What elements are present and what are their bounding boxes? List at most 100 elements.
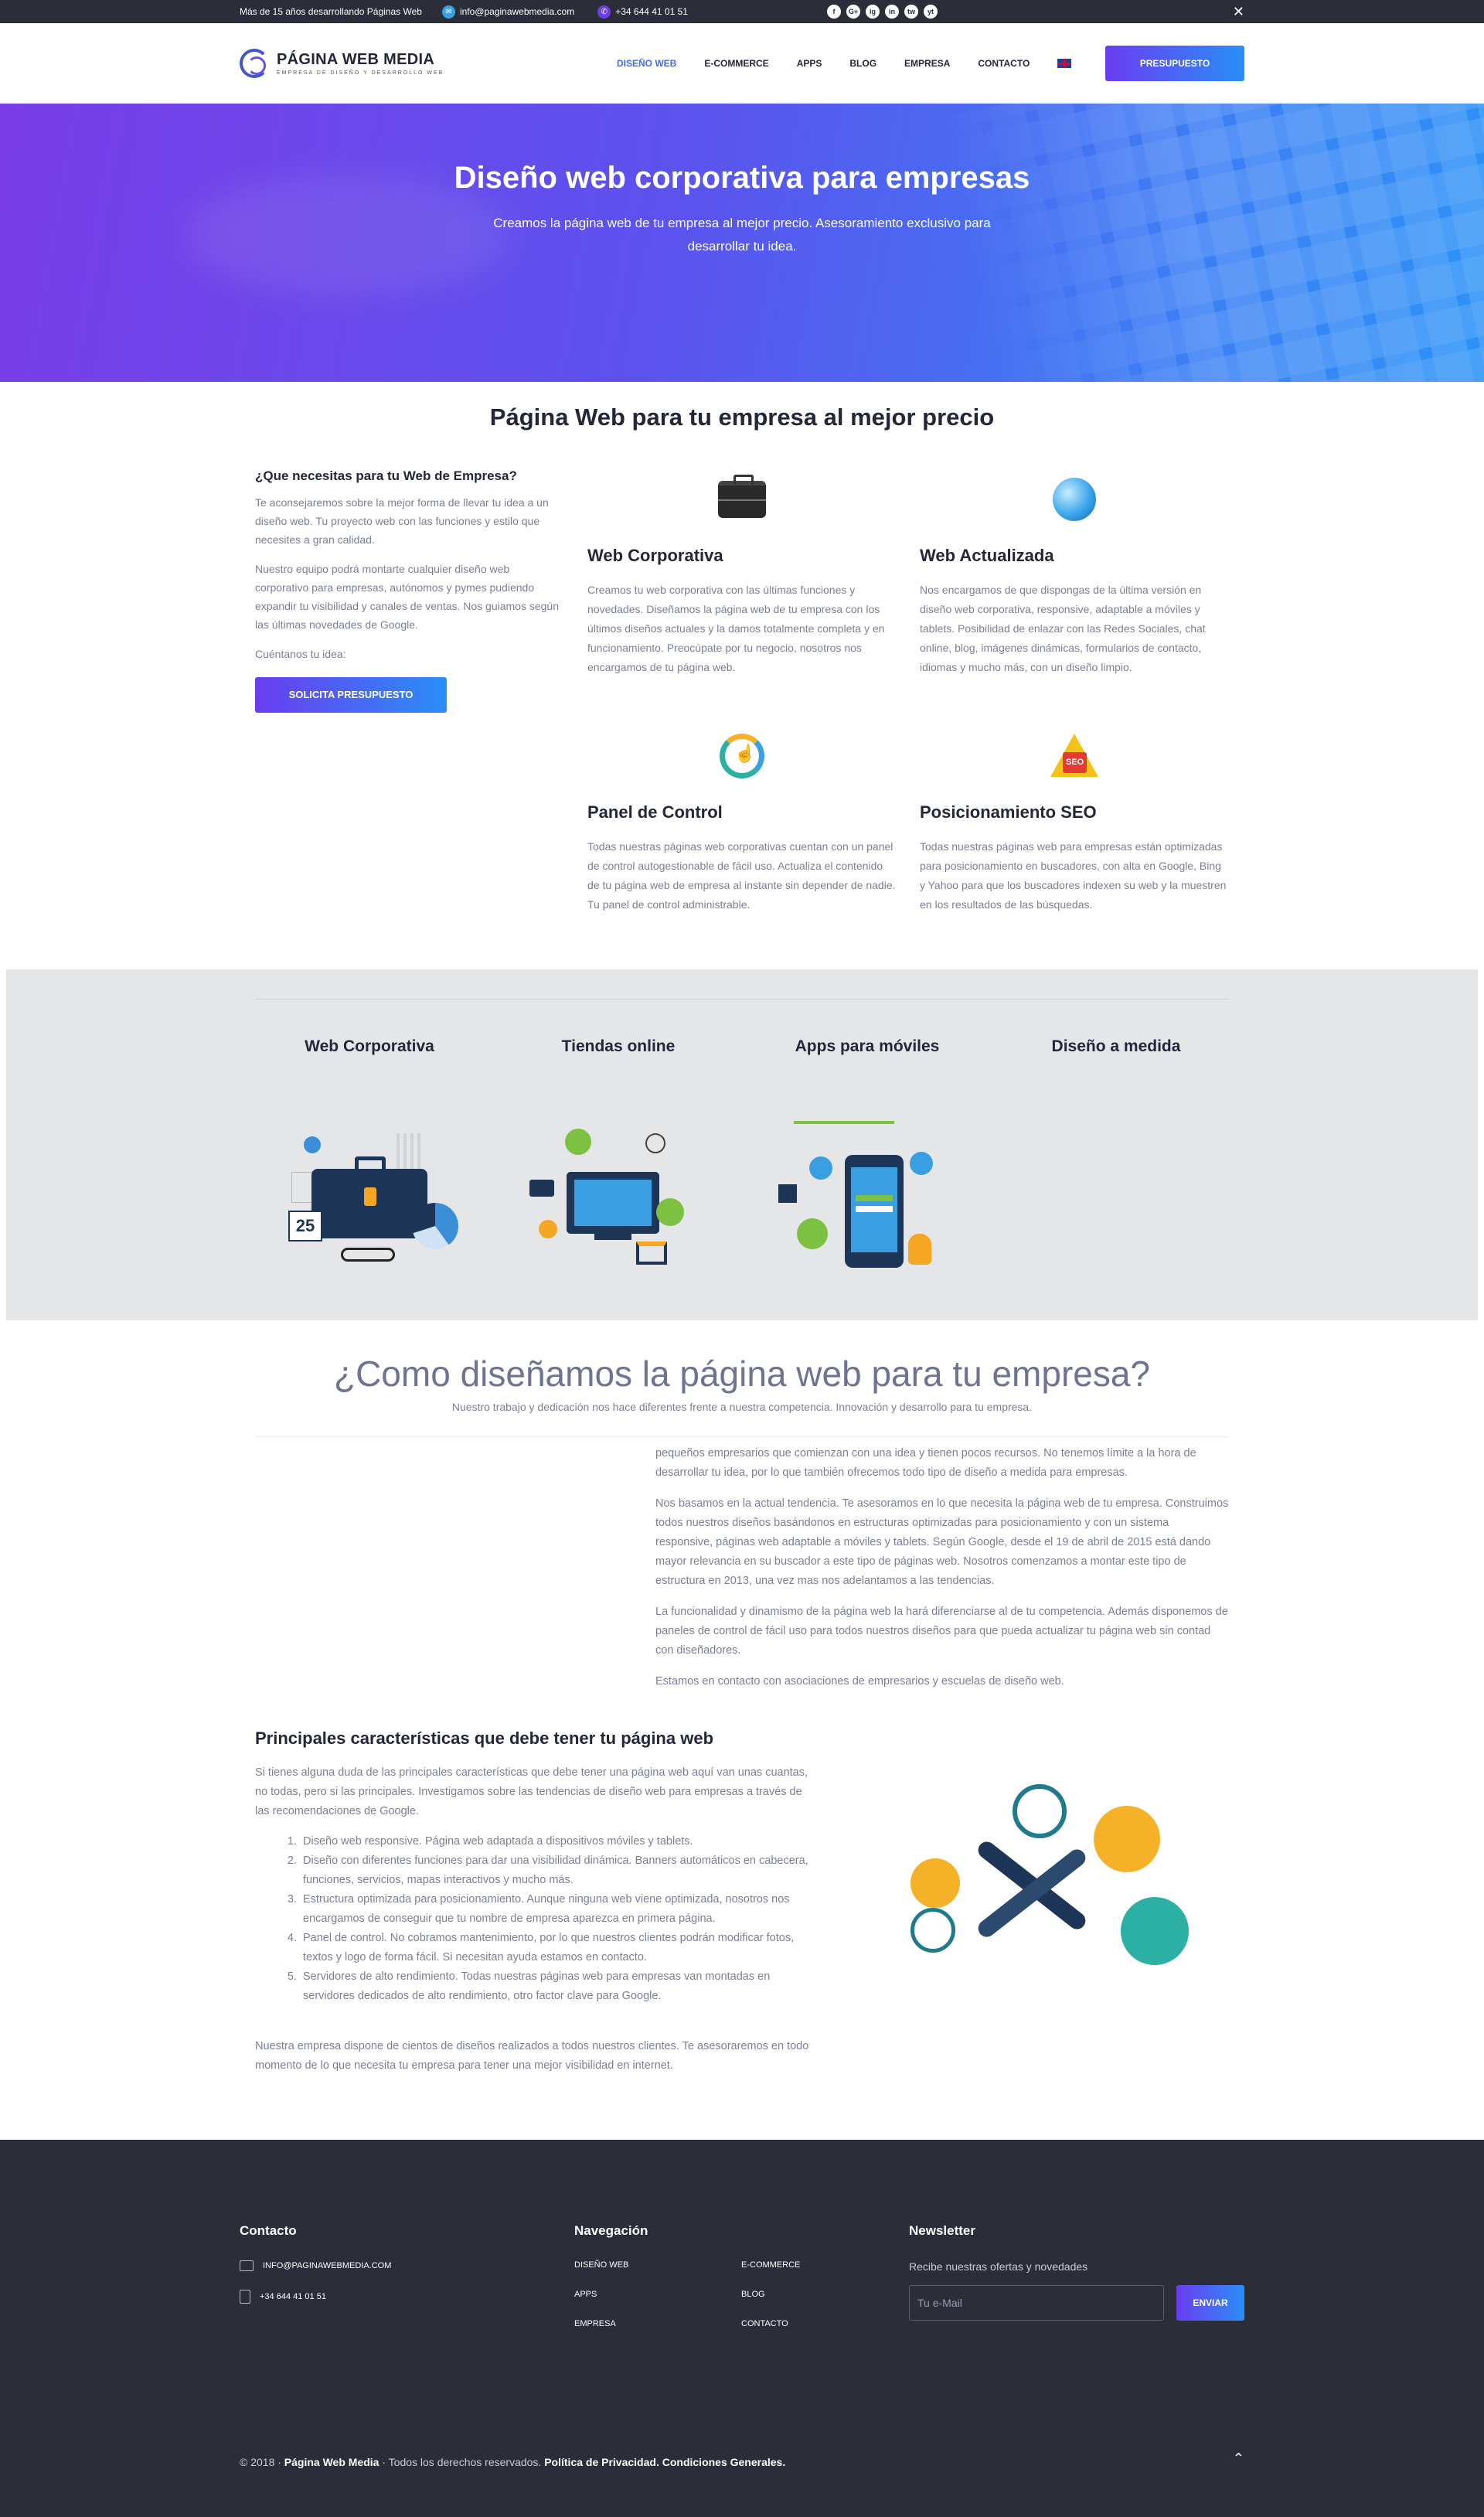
- footer-nav-contacto[interactable]: CONTACTO: [741, 2319, 908, 2328]
- globe-icon: [1013, 1784, 1067, 1838]
- footer-newsletter: Newsletter Recibe nuestras ofertas y nov…: [909, 2223, 1244, 2321]
- mail-icon: ✉: [441, 5, 455, 19]
- how-paragraph: Estamos en contacto con asociaciones de …: [655, 1675, 1064, 1688]
- characteristics-heading: Principales características que debe ten…: [255, 1729, 714, 1748]
- characteristics-list: Diseño web responsive. Página web adapta…: [300, 1832, 819, 2006]
- online-store-illustration: [529, 1118, 707, 1272]
- footer-email-link[interactable]: INFO@PAGINAWEBMEDIA.COM: [240, 2260, 391, 2271]
- footer-nav-apps[interactable]: APPS: [574, 2290, 741, 2299]
- logo-text: PÁGINA WEB MEDIA EMPRESA DE DISEÑO Y DES…: [277, 51, 444, 76]
- nav-diseno-web[interactable]: DISEÑO WEB: [603, 58, 690, 69]
- tagline: Más de 15 años desarrollando Páginas Web: [240, 6, 422, 17]
- newsletter-email-input[interactable]: [909, 2285, 1164, 2321]
- feature-title: Posicionamiento SEO: [920, 802, 1097, 822]
- tools-illustration: [897, 1784, 1206, 1993]
- hero-subtitle: Creamos la página web de tu empresa al m…: [493, 216, 991, 254]
- feature-text: Todas nuestras páginas web corporativas …: [587, 840, 896, 911]
- left-paragraph: Cuéntanos tu idea:: [255, 648, 346, 660]
- characteristics-outro: Nuestra empresa dispone de cientos de di…: [255, 2040, 809, 2072]
- footer-phone: +34 644 41 01 51: [260, 2292, 326, 2301]
- divider: [255, 1436, 1229, 1437]
- linkedin-icon[interactable]: in: [885, 5, 899, 19]
- hero-title: Diseño web corporativa para empresas: [454, 161, 1030, 195]
- category-diseno-a-medida[interactable]: Diseño a medida: [1000, 1037, 1232, 1056]
- topbar-phone-link[interactable]: ✆ +34 644 41 01 51: [597, 5, 688, 19]
- copyright: © 2018 · Página Web Media · Todos los de…: [240, 2456, 785, 2468]
- twitter-icon[interactable]: tw: [904, 5, 918, 19]
- logo[interactable]: PÁGINA WEB MEDIA EMPRESA DE DISEÑO Y DES…: [240, 49, 444, 78]
- list-item: Panel de control. No cobramos mantenimie…: [300, 1929, 819, 1967]
- seo-triangle-icon: [1050, 734, 1098, 778]
- category-web-corporativa[interactable]: Web Corporativa 25: [254, 1037, 485, 1272]
- terms-link[interactable]: Condiciones Generales.: [662, 2456, 786, 2468]
- feature-web-corporativa: Web Corporativa Creamos tu web corporati…: [587, 468, 897, 677]
- footer-contact-title: Contacto: [240, 2223, 297, 2238]
- nav-blog[interactable]: BLOG: [836, 58, 890, 69]
- feature-panel-de-control: Panel de Control Todas nuestras páginas …: [587, 725, 897, 914]
- nav-contacto[interactable]: CONTACTO: [964, 58, 1043, 69]
- cart-icon: [910, 1858, 960, 1908]
- footer-nav-ecommerce[interactable]: E-COMMERCE: [741, 2260, 908, 2270]
- solicita-presupuesto-button[interactable]: SOLICITA PRESUPUESTO: [255, 677, 447, 713]
- how-paragraph: La funcionalidad y dinamismo de la págin…: [655, 1606, 1228, 1657]
- how-lead: Nuestro trabajo y dedicación nos hace di…: [451, 1401, 1033, 1413]
- topbar-email: info@paginawebmedia.com: [459, 6, 575, 17]
- footer-navigation: Navegación DISEÑO WEB E-COMMERCE APPS BL…: [574, 2223, 908, 2328]
- footer-nav-empresa[interactable]: EMPRESA: [574, 2319, 741, 2328]
- footer-email: INFO@PAGINAWEBMEDIA.COM: [263, 2261, 392, 2270]
- list-item: Servidores de alto rendimiento. Todas nu…: [300, 1967, 819, 2006]
- left-paragraph: Te aconsejaremos sobre la mejor forma de…: [255, 496, 549, 546]
- footer: Contacto INFO@PAGINAWEBMEDIA.COM +34 644…: [0, 2140, 1484, 2517]
- footer-nav-blog[interactable]: BLOG: [741, 2290, 908, 2299]
- instagram-icon[interactable]: ig: [866, 5, 880, 19]
- characteristics-intro: Si tienes alguna duda de las principales…: [255, 1766, 808, 1817]
- characteristics: Principales características que debe ten…: [255, 1729, 819, 2076]
- footer-nav-title: Navegación: [574, 2223, 648, 2238]
- intro-section: Página Web para tu empresa al mejor prec…: [255, 382, 1229, 969]
- copyright-rights: · Todos los derechos reservados.: [382, 2456, 542, 2468]
- phone-icon: [240, 2290, 250, 2304]
- uk-flag-icon[interactable]: [1057, 59, 1072, 68]
- back-to-top-icon[interactable]: ⌃: [1233, 2451, 1244, 2467]
- briefcase-illustration: 25: [281, 1118, 458, 1272]
- briefcase-icon: [718, 475, 766, 518]
- calendar-date: 25: [288, 1211, 322, 1241]
- feature-title: Panel de Control: [587, 802, 723, 822]
- footer-nav-diseno-web[interactable]: DISEÑO WEB: [574, 2260, 741, 2270]
- feature-text: Creamos tu web corporativa con las últim…: [587, 584, 885, 673]
- hero: Diseño web corporativa para empresas Cre…: [0, 104, 1484, 382]
- presupuesto-button[interactable]: PRESUPUESTO: [1105, 46, 1244, 81]
- privacy-link[interactable]: Política de Privacidad.: [544, 2456, 659, 2468]
- close-icon[interactable]: ✕: [1233, 4, 1244, 20]
- feature-posicionamiento-seo: Posicionamiento SEO Todas nuestras págin…: [920, 725, 1229, 914]
- footer-phone-link[interactable]: +34 644 41 01 51: [240, 2290, 391, 2304]
- youtube-icon[interactable]: yt: [924, 5, 938, 19]
- list-item: Estructura optimizada para posicionamien…: [300, 1890, 819, 1929]
- phone-icon: ✆: [597, 5, 611, 19]
- category-title: Tiendas online: [561, 1037, 676, 1055]
- facebook-icon[interactable]: f: [827, 5, 841, 19]
- left-title: ¿Que necesitas para tu Web de Empresa?: [255, 468, 517, 483]
- how-section: ¿Como diseñamos la página web para tu em…: [255, 1320, 1229, 2140]
- mobile-app-illustration: [778, 1118, 956, 1272]
- category-tiendas-online[interactable]: Tiendas online: [502, 1037, 734, 1272]
- feature-title: Web Actualizada: [920, 546, 1054, 565]
- services-band: Web Corporativa 25 Tiendas online Apps p…: [6, 969, 1478, 1320]
- brand-name: PÁGINA WEB MEDIA: [277, 51, 435, 68]
- copyright-brand[interactable]: Página Web Media: [284, 2456, 380, 2468]
- list-item: Diseño web responsive. Página web adapta…: [300, 1832, 819, 1851]
- topbar-email-link[interactable]: ✉ info@paginawebmedia.com: [441, 5, 575, 19]
- newsletter-submit-button[interactable]: ENVIAR: [1176, 2285, 1244, 2321]
- how-text: pequeños empresarios que comienzan con u…: [655, 1444, 1229, 1703]
- google-plus-icon[interactable]: G+: [846, 5, 860, 19]
- feature-title: Web Corporativa: [587, 546, 723, 565]
- clock-icon: [910, 1908, 955, 1953]
- category-apps-moviles[interactable]: Apps para móviles: [751, 1037, 983, 1272]
- left-paragraph: Nuestro equipo podrá montarte cualquier …: [255, 563, 560, 631]
- how-paragraph: Nos basamos en la actual tendencia. Te a…: [655, 1497, 1229, 1587]
- nav-apps[interactable]: APPS: [783, 58, 836, 69]
- nav-empresa[interactable]: EMPRESA: [890, 58, 964, 69]
- how-heading: ¿Como diseñamos la página web para tu em…: [333, 1354, 1151, 1394]
- nav-ecommerce[interactable]: E-COMMERCE: [690, 58, 782, 69]
- feature-text: Todas nuestras páginas web para empresas…: [920, 840, 1227, 911]
